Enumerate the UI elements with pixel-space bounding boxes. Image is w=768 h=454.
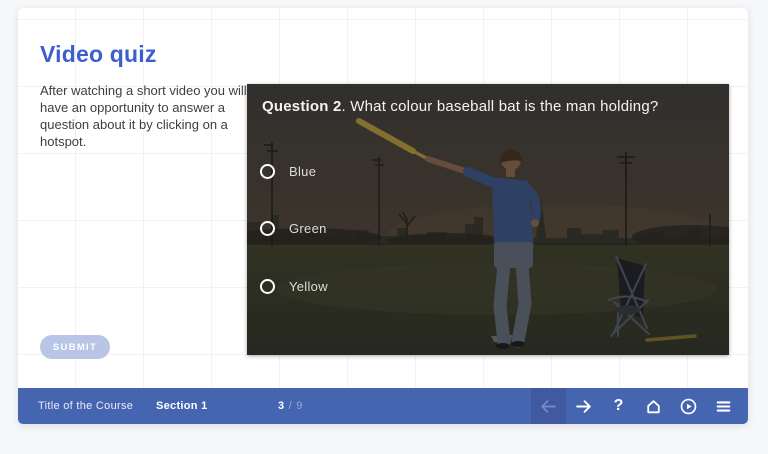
record-play-icon — [679, 397, 698, 416]
radio-icon[interactable] — [260, 279, 275, 294]
answer-option-blue[interactable]: Blue — [260, 161, 316, 181]
page-indicator: 3 / 9 — [278, 388, 303, 424]
slide-card: Video quiz After watching a short video … — [18, 8, 748, 424]
answer-option-label: Green — [289, 221, 327, 236]
quiz-video-panel[interactable]: Question 2. What colour baseball bat is … — [247, 84, 729, 355]
question-text: Question 2. What colour baseball bat is … — [262, 97, 719, 117]
player-footer-bar: Title of the Course Section 1 3 / 9 ? — [18, 388, 748, 424]
page-title: Video quiz — [40, 41, 157, 68]
page-current: 3 — [278, 400, 285, 412]
replay-button[interactable] — [671, 388, 706, 424]
radio-icon[interactable] — [260, 221, 275, 236]
page-divider: / — [289, 400, 293, 412]
radio-icon[interactable] — [260, 164, 275, 179]
back-button[interactable] — [531, 388, 566, 424]
question-number: Question 2 — [262, 98, 342, 115]
answer-option-green[interactable]: Green — [260, 218, 327, 238]
submit-button[interactable]: SUBMIT — [40, 335, 110, 359]
answer-option-label: Blue — [289, 164, 316, 179]
footer-nav: ? — [531, 388, 741, 424]
page-total: 9 — [296, 400, 303, 412]
arrow-right-icon — [574, 397, 593, 416]
hamburger-menu-icon — [714, 397, 733, 416]
arrow-left-icon — [539, 397, 558, 416]
help-button[interactable]: ? — [601, 388, 636, 424]
course-title: Title of the Course — [38, 388, 133, 424]
section-label: Section 1 — [156, 388, 208, 424]
question-body: . What colour baseball bat is the man ho… — [342, 98, 659, 115]
home-button[interactable] — [636, 388, 671, 424]
menu-button[interactable] — [706, 388, 741, 424]
slide-description: After watching a short video you will ha… — [40, 82, 248, 150]
home-icon — [644, 397, 663, 416]
answer-option-label: Yellow — [289, 279, 328, 294]
answer-option-yellow[interactable]: Yellow — [260, 276, 328, 296]
question-mark-icon: ? — [614, 397, 624, 415]
next-button[interactable] — [566, 388, 601, 424]
